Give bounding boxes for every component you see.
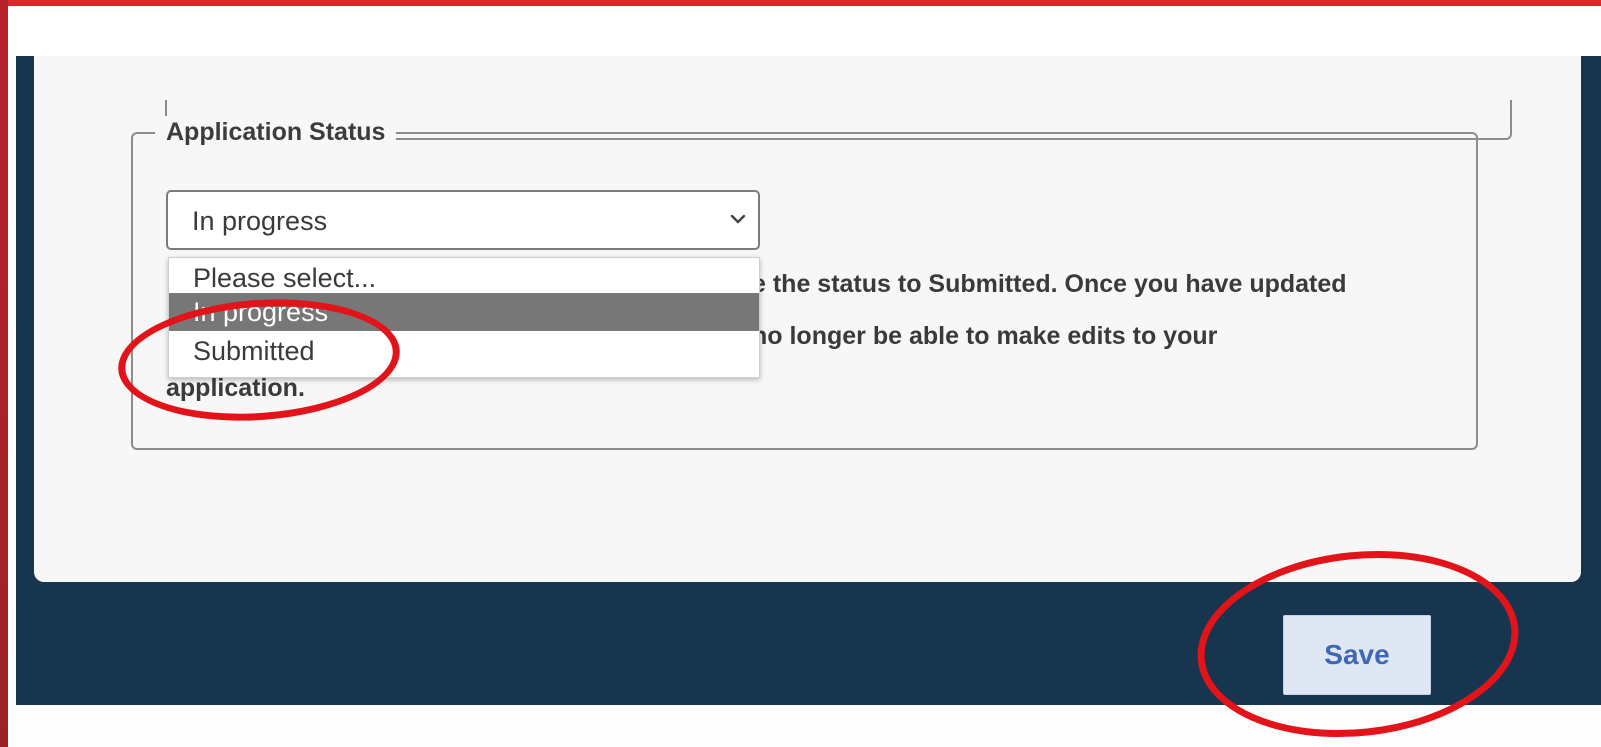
- save-button[interactable]: Save: [1283, 615, 1431, 695]
- help-text-part-2: no longer be able to make edits to your: [752, 322, 1218, 350]
- application-status-select[interactable]: In progress: [166, 190, 760, 250]
- option-in-progress[interactable]: In progress: [169, 293, 759, 331]
- status-dropdown-list: Please select... In progress Submitted: [168, 257, 760, 378]
- option-please-select[interactable]: Please select...: [169, 259, 759, 297]
- option-submitted[interactable]: Submitted: [169, 332, 759, 370]
- help-text-part-1: e the status to Submitted. Once you have…: [752, 270, 1347, 298]
- chevron-down-icon: [730, 214, 746, 224]
- application-status-legend: Application Status: [155, 116, 397, 148]
- top-white-area: [8, 6, 1601, 56]
- left-red-band: [0, 0, 8, 747]
- help-text-part-3: application.: [166, 374, 305, 402]
- select-current-value: In progress: [192, 206, 328, 236]
- screenshot-root: Application Status e the status to Submi…: [0, 0, 1601, 747]
